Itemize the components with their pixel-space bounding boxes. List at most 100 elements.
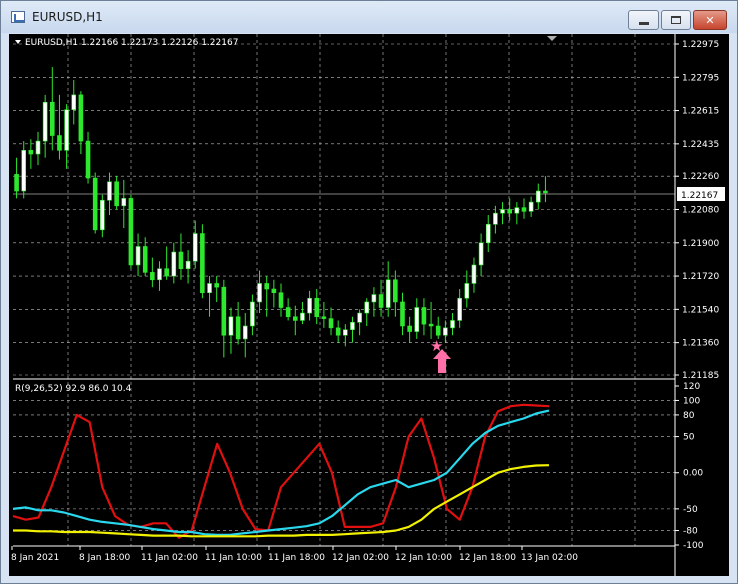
indicator-series-line	[13, 464, 550, 538]
candle-body	[457, 297, 462, 321]
candle-body	[300, 312, 305, 321]
candle-body	[364, 301, 370, 314]
candle-body	[78, 94, 84, 142]
candle-body	[478, 242, 484, 266]
indicator-tick-label: 120	[683, 382, 700, 392]
candle-body	[142, 246, 148, 273]
candle-body	[307, 297, 312, 314]
candle-body	[407, 325, 412, 332]
close-button[interactable]: ✕	[693, 10, 727, 30]
candle-body	[164, 268, 169, 277]
candle-body	[171, 251, 177, 277]
price-tick-label: 1.21900	[682, 239, 719, 249]
candle-body	[107, 181, 112, 201]
candle-body	[121, 198, 127, 207]
candle-body	[200, 233, 205, 294]
candle-body	[250, 301, 255, 327]
candle-body	[285, 307, 291, 318]
candle-body	[292, 316, 298, 321]
price-tick-label: 1.21720	[682, 272, 719, 282]
candle-body	[192, 233, 198, 262]
candle-body	[257, 283, 262, 303]
candle-body	[50, 101, 55, 136]
time-tick-label: 12 Jan 02:00	[332, 553, 389, 563]
candle-body	[371, 294, 377, 303]
candle-body	[278, 292, 284, 308]
candle-body	[493, 212, 498, 225]
candle-body	[42, 101, 48, 142]
price-panel-header: EURUSD,H1 1.22166 1.22173 1.22126 1.2216…	[25, 38, 238, 48]
time-tick-label: 8 Jan 2021	[11, 553, 59, 563]
indicator-tick-label: -80	[683, 527, 698, 537]
candle-body	[378, 294, 384, 308]
candle-body	[157, 268, 162, 281]
price-tick-label: 1.22975	[682, 40, 719, 50]
chart-canvas[interactable]: 1.22975 1.22795 1.22615 1.22435 1.22260 1.220…	[9, 34, 729, 576]
candle-body	[135, 246, 141, 266]
time-tick-label: 8 Jan 18:00	[79, 553, 131, 563]
candle-body	[450, 320, 455, 329]
price-tick-label: 1.22795	[682, 73, 719, 83]
candle-body	[507, 209, 512, 214]
candle-body	[521, 207, 527, 212]
candle-body	[150, 272, 155, 281]
candle-body	[400, 301, 405, 327]
time-tick-label: 12 Jan 18:00	[459, 553, 516, 563]
candle-body	[92, 177, 98, 231]
indicator-tick-label: -50	[683, 505, 698, 515]
time-tick-label: 13 Jan 02:00	[521, 553, 578, 563]
maximize-icon	[671, 16, 681, 24]
candle-body	[321, 316, 327, 319]
candle-body	[343, 329, 348, 336]
candle-body	[357, 312, 362, 323]
candle-body	[178, 251, 184, 269]
candle-body	[185, 260, 191, 269]
candle-body	[21, 150, 27, 192]
candle-body	[393, 279, 398, 303]
indicator-tick-label: 0.00	[683, 469, 703, 479]
header-menu-triangle-icon[interactable]	[15, 40, 21, 44]
current-price-label: 1.22167	[681, 191, 718, 201]
candle-body	[71, 94, 77, 110]
price-tick-label: 1.22615	[682, 107, 719, 117]
candle-body	[443, 327, 448, 336]
candle-body	[500, 209, 505, 214]
minimize-button[interactable]	[628, 10, 659, 30]
time-axis: 8 Jan 2021 8 Jan 18:00 11 Jan 02:00 11 Jan …	[11, 546, 578, 563]
candle-body	[214, 283, 219, 288]
candle-body	[64, 109, 69, 151]
time-tick-label: 12 Jan 10:00	[395, 553, 452, 563]
price-axis: 1.22975 1.22795 1.22615 1.22435 1.22260 1.220…	[675, 40, 719, 381]
candle-body	[543, 190, 548, 194]
candle-body	[264, 283, 270, 290]
candle-body	[435, 325, 441, 336]
candle-body	[414, 307, 420, 332]
candle-body	[421, 307, 427, 325]
price-tick-label: 1.21360	[682, 339, 719, 349]
indicator-tick-label: -100	[683, 541, 704, 551]
candle-body	[485, 223, 491, 244]
chart-area[interactable]: 1.22975 1.22795 1.22615 1.22435 1.22260 1.220…	[9, 34, 729, 576]
time-tick-label: 11 Jan 10:00	[205, 553, 262, 563]
candle-body	[242, 325, 248, 340]
candle-body	[207, 283, 212, 294]
price-candles	[14, 67, 548, 358]
candle-body	[100, 199, 105, 231]
candle-body	[128, 198, 134, 266]
candle-body	[335, 327, 341, 336]
indicator-panel-header: R(9,26,52) 92.9 86.0 10.4	[15, 384, 132, 394]
candle-body	[535, 190, 541, 203]
candle-body	[271, 288, 277, 294]
title-bar[interactable]: EURUSD,H1 ✕	[1, 1, 737, 33]
candle-body	[428, 323, 434, 327]
candle-body	[235, 316, 241, 340]
indicator-tick-label: 100	[683, 396, 700, 406]
candle-body	[228, 316, 234, 336]
candle-body	[528, 201, 534, 212]
maximize-button[interactable]	[661, 10, 691, 30]
indicator-tick-label: 50	[683, 433, 695, 443]
shift-marker-icon[interactable]	[547, 36, 557, 41]
price-tick-label: 1.22080	[682, 206, 719, 216]
candle-body	[57, 135, 62, 151]
candle-body	[221, 286, 227, 336]
